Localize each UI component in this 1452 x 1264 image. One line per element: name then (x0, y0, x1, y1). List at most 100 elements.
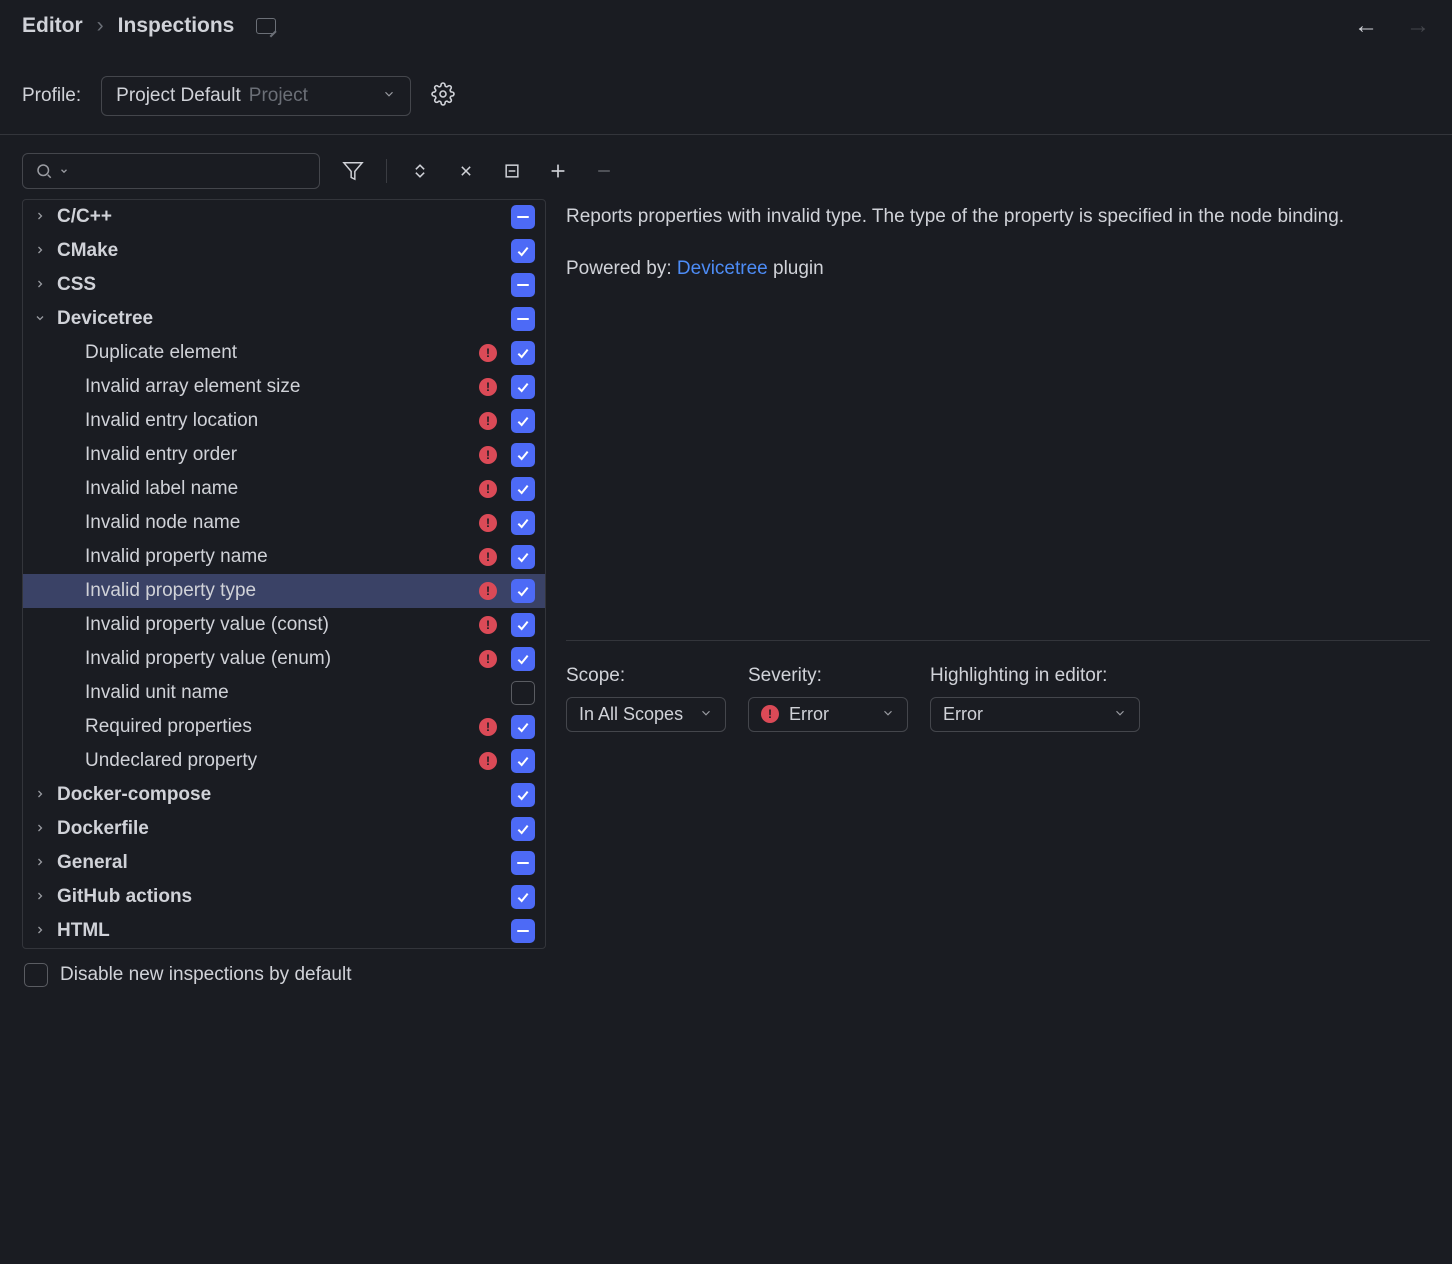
error-icon: ! (479, 752, 497, 770)
inspection-item[interactable]: Duplicate element! (23, 336, 545, 370)
chevron-right-icon[interactable] (31, 821, 49, 837)
chevron-down-icon (382, 85, 396, 107)
inspection-item[interactable]: Undeclared property! (23, 744, 545, 778)
row-label: GitHub actions (57, 886, 503, 908)
forward-arrow-icon: → (1406, 12, 1430, 40)
highlight-label: Highlighting in editor: (930, 665, 1140, 687)
error-icon: ! (479, 616, 497, 634)
inspection-checkbox[interactable] (511, 443, 535, 467)
inspection-checkbox[interactable] (511, 783, 535, 807)
inspection-checkbox[interactable] (511, 579, 535, 603)
row-label: Invalid property name (57, 546, 471, 568)
inspection-category[interactable]: HTML (23, 914, 545, 948)
inspection-checkbox[interactable] (511, 307, 535, 331)
row-label: General (57, 852, 503, 874)
add-icon[interactable] (545, 158, 571, 184)
inspection-item[interactable]: Invalid entry location! (23, 404, 545, 438)
description-panel: Reports properties with invalid type. Th… (566, 199, 1430, 1263)
inspection-checkbox[interactable] (511, 715, 535, 739)
severity-label: Severity: (748, 665, 908, 687)
chevron-right-icon[interactable] (31, 787, 49, 803)
inspection-checkbox[interactable] (511, 613, 535, 637)
inspection-category[interactable]: Docker-compose (23, 778, 545, 812)
inspection-checkbox[interactable] (511, 341, 535, 365)
divider (566, 640, 1430, 641)
chevron-right-icon[interactable] (31, 243, 49, 259)
inspection-category[interactable]: Devicetree (23, 302, 545, 336)
chevron-down-icon (881, 704, 895, 725)
search-input[interactable] (22, 153, 320, 189)
highlight-select[interactable]: Error (930, 697, 1140, 732)
scope-label: Scope: (566, 665, 726, 687)
inspection-checkbox[interactable] (511, 749, 535, 773)
scope-select[interactable]: In All Scopes (566, 697, 726, 732)
inspection-checkbox[interactable] (511, 409, 535, 433)
row-label: Invalid label name (57, 478, 471, 500)
chevron-right-icon[interactable] (31, 209, 49, 225)
inspection-checkbox[interactable] (511, 851, 535, 875)
open-external-icon[interactable] (256, 18, 276, 34)
chevron-right-icon[interactable] (31, 277, 49, 293)
chevron-right-icon: › (97, 14, 104, 38)
error-icon: ! (479, 344, 497, 362)
collapse-all-icon[interactable] (453, 158, 479, 184)
inspection-item[interactable]: Invalid entry order! (23, 438, 545, 472)
inspection-category[interactable]: General (23, 846, 545, 880)
inspection-item[interactable]: Invalid label name! (23, 472, 545, 506)
gear-icon[interactable] (431, 82, 455, 111)
inspection-category[interactable]: Dockerfile (23, 812, 545, 846)
inspection-item[interactable]: Invalid unit name (23, 676, 545, 710)
row-label: Duplicate element (57, 342, 471, 364)
options-row: Scope: In All Scopes Severity: ! Error H… (566, 665, 1430, 732)
expand-all-icon[interactable] (407, 158, 433, 184)
row-label: Dockerfile (57, 818, 503, 840)
disable-new-checkbox[interactable] (24, 963, 48, 987)
breadcrumb-root[interactable]: Editor (22, 14, 83, 38)
inspection-checkbox[interactable] (511, 545, 535, 569)
chevron-right-icon[interactable] (31, 923, 49, 939)
inspection-category[interactable]: C/C++ (23, 200, 545, 234)
back-arrow-icon[interactable]: ← (1354, 12, 1378, 40)
inspection-checkbox[interactable] (511, 681, 535, 705)
inspection-item[interactable]: Invalid property type! (23, 574, 545, 608)
nav-arrows: ← → (1354, 12, 1430, 40)
remove-icon (591, 158, 617, 184)
chevron-right-icon[interactable] (31, 855, 49, 871)
inspection-item[interactable]: Invalid array element size! (23, 370, 545, 404)
inspection-tree[interactable]: C/C++CMakeCSS Devicetree Duplicate element… (22, 199, 546, 949)
inspection-checkbox[interactable] (511, 239, 535, 263)
inspection-checkbox[interactable] (511, 885, 535, 909)
filter-icon[interactable] (340, 158, 366, 184)
description-text: Reports properties with invalid type. Th… (566, 203, 1430, 232)
inspection-category[interactable]: CMake (23, 234, 545, 268)
inspection-checkbox[interactable] (511, 477, 535, 501)
inspection-item[interactable]: Invalid property value (enum)! (23, 642, 545, 676)
inspection-checkbox[interactable] (511, 919, 535, 943)
plugin-link[interactable]: Devicetree (677, 258, 768, 279)
inspection-item[interactable]: Invalid property name! (23, 540, 545, 574)
reset-icon[interactable] (499, 158, 525, 184)
severity-select[interactable]: ! Error (748, 697, 908, 732)
chevron-down-icon (1113, 704, 1127, 725)
row-label: Invalid entry order (57, 444, 471, 466)
inspection-checkbox[interactable] (511, 817, 535, 841)
inspection-checkbox[interactable] (511, 205, 535, 229)
inspection-item[interactable]: Required properties! (23, 710, 545, 744)
inspection-category[interactable]: CSS (23, 268, 545, 302)
error-icon: ! (479, 378, 497, 396)
inspection-item[interactable]: Invalid property value (const)! (23, 608, 545, 642)
error-icon: ! (479, 582, 497, 600)
row-label: Devicetree (57, 308, 503, 330)
inspection-checkbox[interactable] (511, 273, 535, 297)
row-label: Invalid property value (const) (57, 614, 471, 636)
profile-label: Profile: (22, 85, 81, 107)
inspection-category[interactable]: GitHub actions (23, 880, 545, 914)
inspection-checkbox[interactable] (511, 375, 535, 399)
inspection-item[interactable]: Invalid node name! (23, 506, 545, 540)
inspection-checkbox[interactable] (511, 511, 535, 535)
disable-new-label: Disable new inspections by default (60, 964, 352, 986)
chevron-right-icon[interactable] (31, 889, 49, 905)
inspection-checkbox[interactable] (511, 647, 535, 671)
chevron-down-icon[interactable] (31, 311, 49, 327)
profile-select[interactable]: Project Default Project (101, 76, 411, 116)
